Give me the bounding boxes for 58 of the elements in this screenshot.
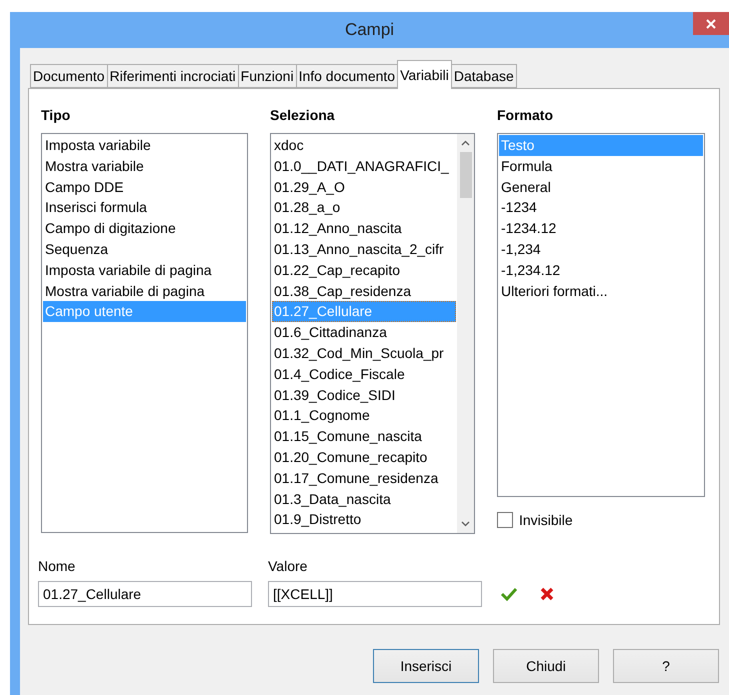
list-item[interactable]: 01.13_Anno_nascita_2_cifr xyxy=(272,238,456,260)
list-item[interactable]: 01.4_Codice_Fiscale xyxy=(272,364,456,385)
list-item[interactable]: -1234 xyxy=(499,197,703,218)
list-item[interactable]: Campo di digitazione xyxy=(43,218,246,239)
list-item[interactable]: Ulteriori formati... xyxy=(499,280,703,302)
list-item[interactable]: General xyxy=(499,176,703,198)
list-item[interactable]: 01.20_Comune_recapito xyxy=(272,446,456,468)
list-item[interactable]: -1,234.12 xyxy=(499,260,703,281)
dialog-button[interactable]: ? xyxy=(613,649,719,683)
list-item[interactable]: 01.17_Comune_residenza xyxy=(272,468,456,489)
list-item[interactable]: Mostra variabile di pagina xyxy=(43,280,246,302)
checkmark-icon xyxy=(500,587,518,601)
list-item[interactable]: 01.38_Cap_residenza xyxy=(272,280,456,302)
list-item[interactable]: 01.12_Anno_nascita xyxy=(272,218,456,239)
dialog-button[interactable]: Chiudi xyxy=(493,649,599,683)
field-label: Nome xyxy=(38,557,76,575)
list-item[interactable]: 01.6_Cittadinanza xyxy=(272,322,456,343)
list-item[interactable]: 01.22_Cap_recapito xyxy=(272,260,456,281)
list-item[interactable]: Inserisci formula xyxy=(43,197,246,218)
list-item[interactable]: Campo DDE xyxy=(43,176,246,198)
column-heading: Tipo xyxy=(41,106,72,125)
close-icon xyxy=(706,18,716,28)
list-item[interactable]: 01.28_a_o xyxy=(272,197,456,218)
list-item[interactable]: 01.9_Distretto xyxy=(272,509,456,530)
list-item[interactable]: 01.32_Cod_Min_Scuola_pr xyxy=(272,342,456,364)
tab[interactable]: Variabili xyxy=(397,60,452,89)
checkbox-label: Invisibile xyxy=(519,512,573,528)
list-item[interactable]: 01.39_Codice_SIDI xyxy=(272,384,456,406)
close-button[interactable] xyxy=(693,12,729,35)
tab[interactable]: Riferimenti incrociati xyxy=(106,64,239,88)
scrollbar-thumb[interactable] xyxy=(460,152,472,198)
checkbox[interactable] xyxy=(497,512,513,528)
tab[interactable]: Documento xyxy=(30,64,108,88)
column-heading: Seleziona xyxy=(270,106,336,125)
name-field[interactable]: 01.27_Cellulare xyxy=(38,581,252,607)
tab[interactable]: Info documento xyxy=(296,64,398,88)
list-item[interactable]: Imposta variabile xyxy=(43,135,246,156)
list-item[interactable]: 01.0__DATI_ANAGRAFICI_ xyxy=(272,156,456,177)
tab[interactable]: Database xyxy=(450,64,517,88)
value-field[interactable]: [[XCELL]] xyxy=(268,581,482,607)
field-label: Valore xyxy=(268,557,308,575)
list-item[interactable]: 01.1_Cognome xyxy=(272,405,456,426)
list-item[interactable]: Sequenza xyxy=(43,238,246,260)
list-item[interactable]: 01.29_A_O xyxy=(272,176,456,198)
list-item[interactable]: 01.3_Data_nascita xyxy=(272,488,456,510)
list-item[interactable]: -1234.12 xyxy=(499,218,703,239)
window-title: Campi xyxy=(344,20,396,40)
scrollbar[interactable] xyxy=(457,134,474,533)
list-item[interactable]: -1,234 xyxy=(499,238,703,260)
tab[interactable]: Funzioni xyxy=(238,64,297,88)
list-item[interactable]: Imposta variabile di pagina xyxy=(43,260,246,281)
cross-icon xyxy=(540,587,554,601)
dialog-button[interactable]: Inserisci xyxy=(373,649,479,683)
list-item[interactable]: Formula xyxy=(499,156,703,177)
column-heading: Formato xyxy=(497,106,554,125)
list-item[interactable]: 01.15_Comune_nascita xyxy=(272,426,456,447)
list-item[interactable]: Mostra variabile xyxy=(43,156,246,177)
list-item[interactable]: xdoc xyxy=(272,135,456,156)
